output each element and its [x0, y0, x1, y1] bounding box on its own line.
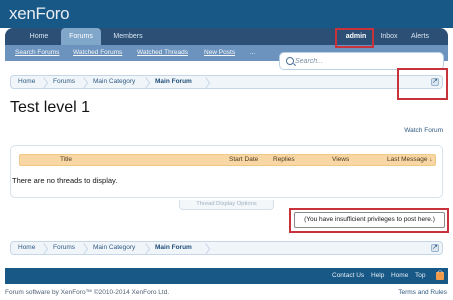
breadcrumb-separator [44, 242, 50, 254]
column-start-date[interactable]: Start Date [229, 155, 258, 165]
subnav-watched-threads[interactable]: Watched Threads [137, 45, 188, 61]
highlight-jump-icon [397, 68, 448, 100]
page: xenForo Home Forums Members admin Inbox … [0, 0, 453, 300]
search-input[interactable] [295, 53, 435, 69]
highlight-admin [335, 28, 374, 48]
breadcrumb-main-category[interactable]: Main Category [93, 76, 135, 88]
page-title: Test level 1 [10, 99, 91, 116]
subnav-watched-forums[interactable]: Watched Forums [73, 45, 122, 61]
footer-top[interactable]: Top [415, 268, 425, 284]
rss-icon[interactable] [436, 269, 444, 280]
breadcrumb-bottom: Home Forums Main Category Main Forum [10, 241, 443, 255]
tab-forums[interactable]: Forums [61, 28, 101, 45]
column-views[interactable]: Views [332, 155, 349, 165]
main-nav: Home Forums Members admin Inbox Alerts [5, 28, 448, 45]
breadcrumb-main-forum[interactable]: Main Forum [155, 76, 192, 88]
terms-link[interactable]: Terms and Rules [398, 289, 447, 296]
breadcrumb-separator [206, 242, 212, 254]
header: xenForo [0, 0, 453, 28]
breadcrumb-forums[interactable]: Forums [53, 76, 75, 88]
column-title[interactable]: Title [60, 155, 72, 165]
search-icon[interactable] [286, 57, 294, 65]
breadcrumb-separator [84, 76, 90, 88]
breadcrumb-main-category[interactable]: Main Category [93, 242, 135, 254]
jump-to-icon[interactable] [431, 243, 439, 252]
breadcrumb-separator [146, 76, 152, 88]
subnav-more[interactable]: ... [250, 45, 255, 61]
breadcrumb-forums[interactable]: Forums [53, 242, 75, 254]
footer-help[interactable]: Help [371, 268, 384, 284]
watch-forum-link[interactable]: Watch Forum [404, 127, 443, 134]
breadcrumb: Home Forums Main Category Main Forum [10, 75, 443, 89]
breadcrumb-separator [44, 76, 50, 88]
footer-bar: Contact Us Help Home Top [5, 268, 448, 284]
subnav-search-forums[interactable]: Search Forums [15, 45, 59, 61]
footer-home[interactable]: Home [391, 268, 408, 284]
column-last-message[interactable]: Last Message ↓ [387, 155, 433, 165]
empty-thread-message: There are no threads to display. [12, 176, 118, 185]
breadcrumb-separator [206, 76, 212, 88]
tab-home[interactable]: Home [24, 28, 54, 45]
breadcrumb-separator [84, 242, 90, 254]
subnav-new-posts[interactable]: New Posts [204, 45, 235, 61]
alerts-link[interactable]: Alerts [406, 28, 434, 45]
highlight-privileges-notice [289, 208, 449, 233]
thread-display-options-button[interactable]: Thread Display Options [179, 200, 274, 210]
footer-contact-us[interactable]: Contact Us [332, 268, 364, 284]
thread-list-header: Title Start Date Replies Views Last Mess… [19, 154, 436, 166]
breadcrumb-main-forum[interactable]: Main Forum [155, 242, 192, 254]
copyright-text: Forum software by XenForo™ ©2010-2014 Xe… [5, 289, 170, 296]
inbox-link[interactable]: Inbox [375, 28, 403, 45]
thread-list: Title Start Date Replies Views Last Mess… [10, 145, 443, 198]
breadcrumb-home[interactable]: Home [18, 76, 35, 88]
breadcrumb-home[interactable]: Home [18, 242, 35, 254]
tab-members[interactable]: Members [108, 28, 148, 45]
logo[interactable]: xenForo [9, 4, 70, 24]
column-replies[interactable]: Replies [273, 155, 295, 165]
breadcrumb-separator [146, 242, 152, 254]
